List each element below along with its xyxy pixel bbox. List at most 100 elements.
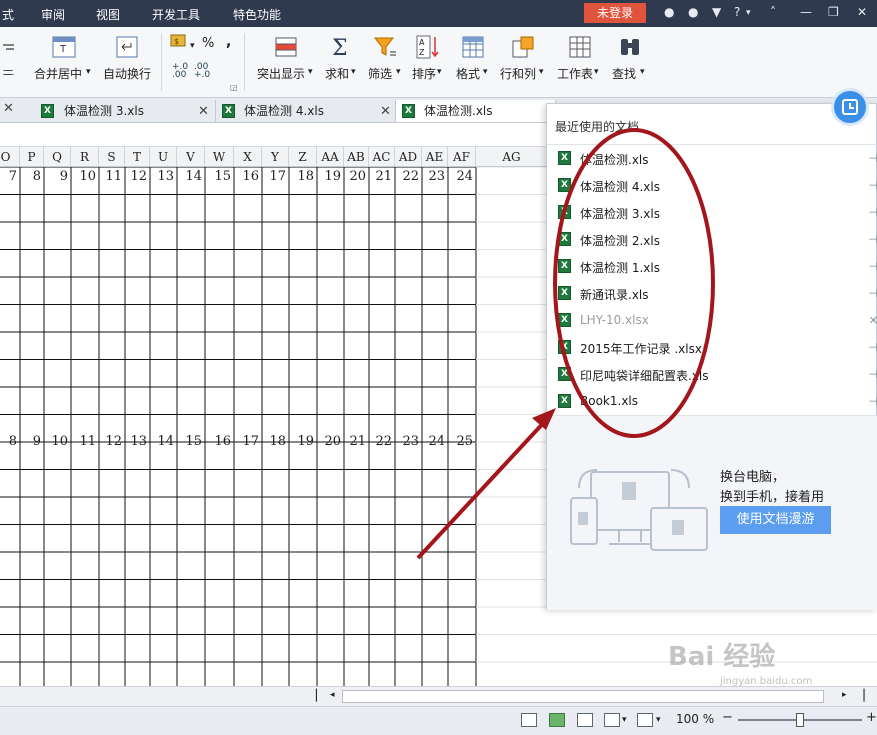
number-cell[interactable]: 21 — [344, 433, 369, 451]
pin-icon[interactable]: ⊣ — [868, 260, 877, 273]
column-header[interactable]: AD — [395, 147, 422, 167]
number-cell[interactable]: 8 — [0, 433, 20, 451]
number-cell[interactable]: 21 — [369, 168, 395, 186]
highlight-dropdown-icon[interactable]: ▾ — [308, 67, 313, 77]
column-header[interactable]: X — [234, 147, 262, 167]
number-cell[interactable]: 15 — [205, 168, 234, 186]
number-cell[interactable]: 24 — [448, 168, 476, 186]
close-icon[interactable]: ✕ — [857, 5, 867, 19]
sum-icon[interactable]: Σ — [330, 35, 352, 62]
number-cell[interactable]: 17 — [262, 168, 289, 186]
column-header[interactable]: S — [99, 147, 125, 167]
feedback-icon[interactable]: ● — [688, 5, 698, 19]
column-header[interactable]: U — [150, 147, 177, 167]
merge-center-label[interactable]: 合并居中 — [34, 65, 82, 82]
recent-file-item[interactable]: X 体温检测 1.xls ⊣ — [547, 254, 877, 281]
number-cell[interactable]: 12 — [125, 168, 150, 186]
recent-file-item[interactable]: X 体温检测 3.xls ⊣ — [547, 200, 877, 227]
column-header[interactable]: P — [20, 147, 44, 167]
normal-view-icon[interactable] — [549, 713, 565, 727]
currency-dropdown-icon[interactable]: ▾ — [190, 41, 195, 51]
recent-file-item[interactable]: X 体温检测.xls ⊣ — [547, 146, 877, 173]
number-cell[interactable]: 8 — [20, 168, 44, 186]
menu-special[interactable]: 特色功能 — [233, 6, 281, 23]
number-cell[interactable]: 15 — [177, 433, 205, 451]
decrease-decimal-icon[interactable]: .00 +.0 — [194, 63, 210, 80]
sort-label[interactable]: 排序 — [412, 65, 436, 82]
scroll-left-bar-icon[interactable]: ▏ — [316, 689, 324, 702]
pin-icon[interactable]: ⊣ — [868, 152, 877, 165]
number-cell[interactable]: 16 — [234, 168, 262, 186]
worksheet-label[interactable]: 工作表 — [557, 65, 593, 82]
format-icon[interactable] — [461, 35, 485, 62]
scroll-left-icon[interactable]: ◂ — [330, 690, 335, 700]
tab-doc-4[interactable]: X 体温检测 4.xls ✕ — [216, 100, 396, 122]
column-header[interactable]: V — [177, 147, 205, 167]
minimize-icon[interactable]: — — [800, 5, 812, 19]
recent-file-item[interactable]: X 2015年工作记录 .xlsx ⊣ — [547, 335, 877, 362]
number-cell[interactable]: 9 — [44, 168, 71, 186]
align-icon[interactable]: 三 — [0, 35, 16, 82]
reading-mode-icon[interactable] — [604, 713, 620, 727]
number-cell[interactable]: 11 — [99, 168, 125, 186]
pin-icon[interactable]: ⊣ — [868, 233, 877, 246]
recent-file-item[interactable]: X LHY-10.xlsx ✕ — [547, 308, 877, 335]
recent-docs-clock-icon[interactable] — [831, 88, 869, 126]
binoculars-icon[interactable] — [618, 35, 642, 62]
merge-center-icon[interactable]: T — [52, 35, 76, 62]
save-icon[interactable] — [521, 713, 537, 727]
recent-file-item[interactable]: X Book1.xls ⊣ — [547, 389, 877, 416]
row-column-icon[interactable] — [511, 35, 535, 62]
merge-dropdown-icon[interactable]: ▾ — [86, 67, 91, 77]
number-cell[interactable]: 25 — [448, 433, 476, 451]
help-dropdown-icon[interactable]: ▾ — [746, 8, 751, 18]
comma-button[interactable]: , — [226, 34, 231, 50]
filter-icon[interactable] — [373, 35, 397, 62]
currency-icon[interactable]: $ — [170, 33, 188, 52]
column-header[interactable]: Z — [289, 147, 317, 167]
pin-icon[interactable]: ⊣ — [868, 206, 877, 219]
column-header[interactable]: R — [71, 147, 99, 167]
filter-dropdown-icon[interactable]: ▾ — [396, 67, 401, 77]
filter-label[interactable]: 筛选 — [368, 65, 392, 82]
reading-dropdown-icon[interactable]: ▾ — [622, 715, 627, 725]
shirt-icon[interactable]: ▼ — [712, 5, 721, 19]
column-header[interactable]: AA — [317, 147, 344, 167]
eye-dropdown-icon[interactable]: ▾ — [656, 715, 661, 725]
remove-icon[interactable]: ✕ — [869, 314, 877, 327]
format-label[interactable]: 格式 — [456, 65, 480, 82]
tab-doc-active[interactable]: X 体温检测.xls — [396, 100, 556, 122]
collapse-ribbon-icon[interactable]: ˄ — [770, 5, 776, 19]
worksheet-icon[interactable] — [568, 35, 592, 62]
scroll-right-bar-icon[interactable]: ▕ — [856, 689, 864, 702]
column-header[interactable]: AG — [476, 147, 548, 167]
number-cell[interactable]: 7 — [0, 168, 20, 186]
find-label[interactable]: 查找 — [612, 65, 636, 82]
menu-format[interactable]: 式 — [2, 6, 14, 23]
number-cell[interactable]: 23 — [395, 433, 422, 451]
number-cell[interactable]: 13 — [150, 168, 177, 186]
highlight-label[interactable]: 突出显示 — [257, 65, 305, 82]
column-header[interactable]: AC — [369, 147, 395, 167]
scroll-thumb[interactable] — [342, 690, 824, 703]
tab-doc-3[interactable]: X 体温检测 3.xls ✕ — [34, 100, 216, 122]
number-cell[interactable]: 10 — [44, 433, 71, 451]
column-header[interactable]: Y — [262, 147, 289, 167]
page-break-view-icon[interactable] — [577, 713, 593, 727]
restore-icon[interactable]: ❐ — [828, 5, 839, 19]
number-cell[interactable]: 17 — [234, 433, 262, 451]
column-header[interactable]: AB — [344, 147, 369, 167]
number-cell[interactable]: 19 — [317, 168, 344, 186]
recent-file-item[interactable]: X 新通讯录.xls ⊣ — [547, 281, 877, 308]
sort-dropdown-icon[interactable]: ▾ — [437, 67, 442, 77]
column-header[interactable]: O — [0, 147, 20, 167]
eye-protect-icon[interactable] — [637, 713, 653, 727]
worksheet-dropdown-icon[interactable]: ▾ — [594, 67, 599, 77]
pin-icon[interactable]: ⊣ — [868, 341, 877, 354]
sort-icon[interactable]: AZ — [416, 35, 440, 62]
number-cell[interactable]: 9 — [20, 433, 44, 451]
number-cell[interactable]: 22 — [369, 433, 395, 451]
number-cell[interactable]: 13 — [125, 433, 150, 451]
pin-icon[interactable]: ⊣ — [868, 287, 877, 300]
highlight-icon[interactable] — [274, 35, 298, 62]
